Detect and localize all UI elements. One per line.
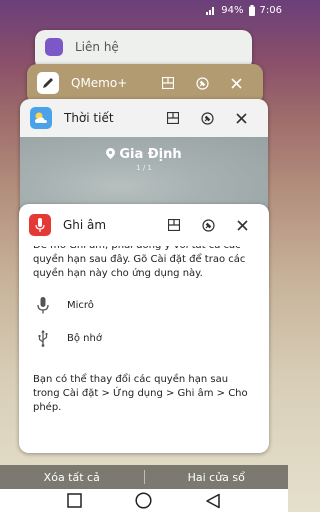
recent-card-ghi-am[interactable]: Ghi âm Để mở Ghi âm, phải đồng ý với tất… <box>19 204 269 453</box>
pin-icon <box>201 218 215 232</box>
back-triangle-icon <box>206 493 221 508</box>
storage-icon <box>33 329 53 349</box>
close-icon <box>230 77 242 89</box>
status-bar: 94% 7:06 <box>0 0 288 20</box>
recents-actions-bar: Xóa tất cả Hai cửa sổ <box>0 465 288 489</box>
location-name: Gia Định <box>119 147 182 162</box>
split-window-icon <box>162 77 174 89</box>
close-button[interactable] <box>225 211 259 239</box>
pin-icon <box>200 111 214 125</box>
split-window-button[interactable] <box>157 211 191 239</box>
card-header: QMemo+ <box>27 64 263 102</box>
permission-label: Micrô <box>67 300 94 311</box>
weather-app-icon <box>30 107 52 129</box>
signal-icon <box>206 5 216 15</box>
recent-card-weather[interactable]: Thời tiết Gia Định 1 / 1 <box>20 99 268 219</box>
pin-button[interactable] <box>190 104 224 132</box>
permission-label: Bộ nhớ <box>67 333 102 344</box>
battery-percent: 94% <box>221 4 244 16</box>
split-window-button[interactable] <box>151 69 185 97</box>
card-header: Ghi âm <box>19 204 269 246</box>
split-window-icon <box>168 219 180 231</box>
card-title: Liên hệ <box>75 40 119 54</box>
card-title: Ghi âm <box>63 218 107 232</box>
split-window-button[interactable] <box>156 104 190 132</box>
card-title: Thời tiết <box>64 111 114 125</box>
navigation-bar <box>0 489 288 512</box>
card-header: Liên hệ <box>35 30 252 64</box>
recents-button[interactable] <box>63 491 87 511</box>
permission-message: Để mở Ghi âm, phải đồng ý với tất cả các… <box>19 246 269 453</box>
close-icon <box>235 112 247 124</box>
home-button[interactable] <box>132 491 156 511</box>
pin-button[interactable] <box>191 211 225 239</box>
permission-footer-text: Bạn có thể thay đổi các quyền hạn sau tr… <box>33 374 248 413</box>
home-circle-icon <box>135 492 153 509</box>
pin-button[interactable] <box>185 69 219 97</box>
clear-all-button[interactable]: Xóa tất cả <box>0 471 144 484</box>
clock: 7:06 <box>259 4 282 16</box>
dual-window-button[interactable]: Hai cửa sổ <box>145 471 289 484</box>
pin-icon <box>195 76 209 90</box>
back-button[interactable] <box>201 491 225 511</box>
permission-intro-text: Để mở Ghi âm, phải đồng ý với tất cả các… <box>33 246 246 279</box>
weather-location: Gia Định <box>20 147 268 162</box>
contacts-app-icon <box>45 38 63 56</box>
permission-row-storage: Bộ nhớ <box>19 324 269 353</box>
split-window-icon <box>167 112 179 124</box>
battery-icon <box>248 4 255 16</box>
card-title: QMemo+ <box>71 76 128 90</box>
voice-recorder-app-icon <box>29 214 51 236</box>
location-pin-icon <box>106 148 116 159</box>
close-icon <box>236 219 248 231</box>
close-button[interactable] <box>224 104 258 132</box>
microphone-icon <box>33 296 53 316</box>
close-button[interactable] <box>219 69 253 97</box>
qmemo-app-icon <box>37 72 59 94</box>
card-header: Thời tiết <box>20 99 268 137</box>
recents-square-icon <box>67 493 82 508</box>
permission-row-microphone: Micrô <box>19 291 269 320</box>
page-indicator: 1 / 1 <box>136 164 152 172</box>
recent-card-qmemo[interactable]: QMemo+ <box>27 64 263 104</box>
